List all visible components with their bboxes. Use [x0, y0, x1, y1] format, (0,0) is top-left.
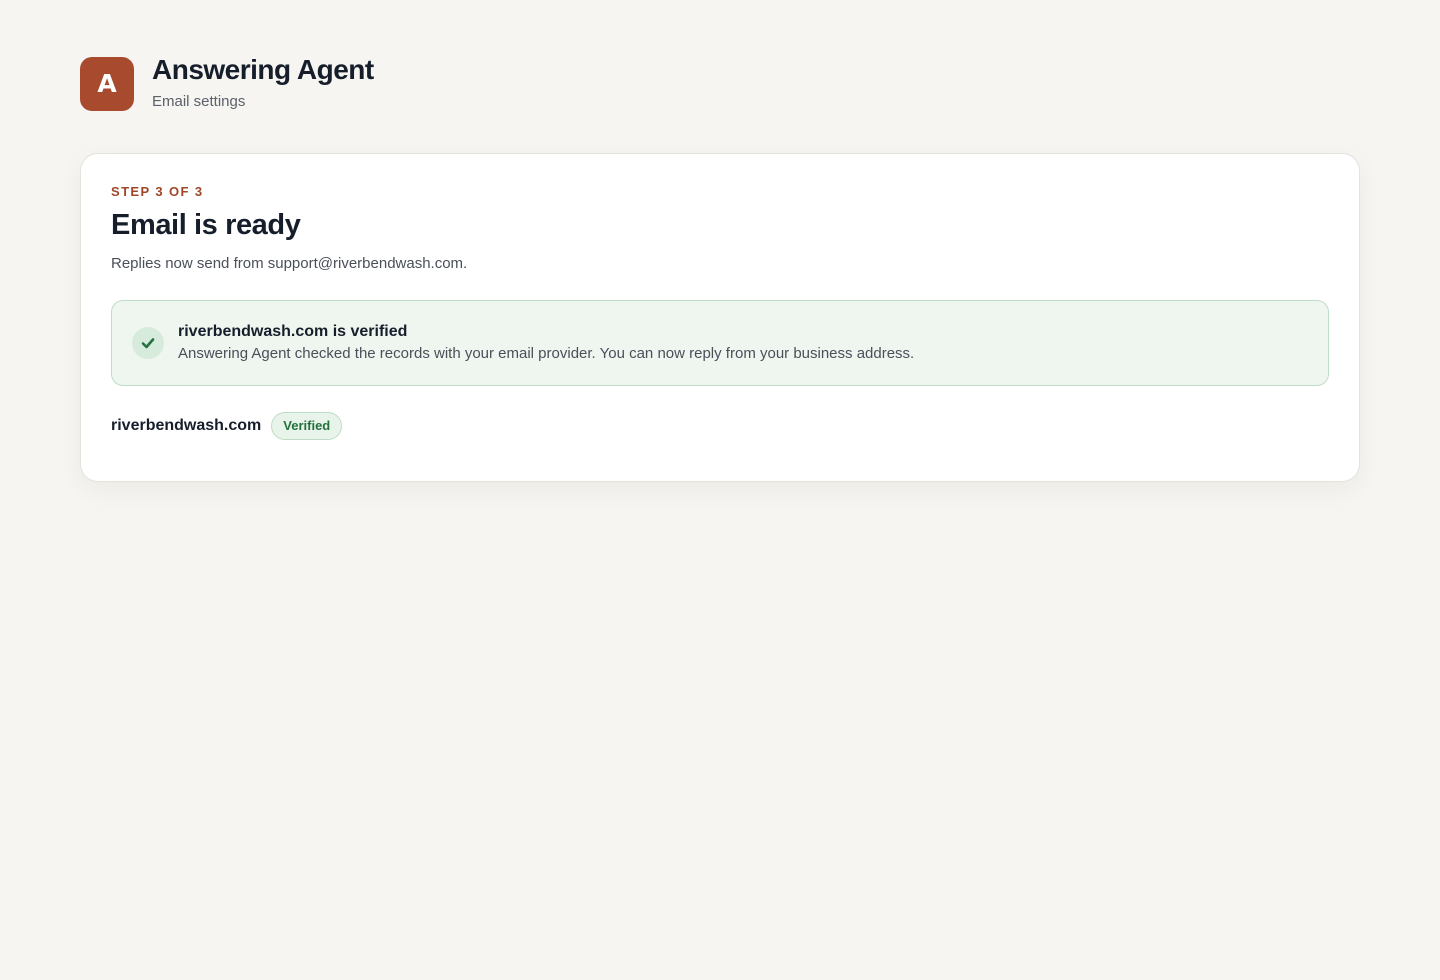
app-logo: A: [80, 56, 134, 111]
setup-card: STEP 3 OF 3 Email is ready Replies now s…: [80, 153, 1360, 482]
success-title: riverbendwash.com is verified: [178, 323, 408, 340]
verification-success-banner: riverbendwash.com is verified Answering …: [111, 300, 1329, 386]
success-message: Answering Agent checked the records with…: [178, 345, 915, 362]
logo-letter: A: [97, 69, 117, 98]
domain-row: riverbendwash.com Verified: [111, 412, 1329, 440]
card-description: Replies now send from support@riverbendw…: [111, 255, 468, 272]
page-subtitle: Email settings: [152, 93, 246, 110]
success-text: riverbendwash.com is verified Answering …: [178, 322, 914, 364]
check-icon: [132, 327, 164, 359]
app-header: A Answering Agent Email settings: [80, 54, 374, 111]
app-title: Answering Agent: [152, 54, 374, 85]
status-badge: Verified: [271, 412, 343, 440]
step-label: STEP 3 OF 3: [111, 184, 204, 199]
header-text: Answering Agent Email settings: [152, 54, 374, 111]
card-title: Email is ready: [111, 209, 301, 241]
domain-name: riverbendwash.com: [111, 417, 262, 434]
